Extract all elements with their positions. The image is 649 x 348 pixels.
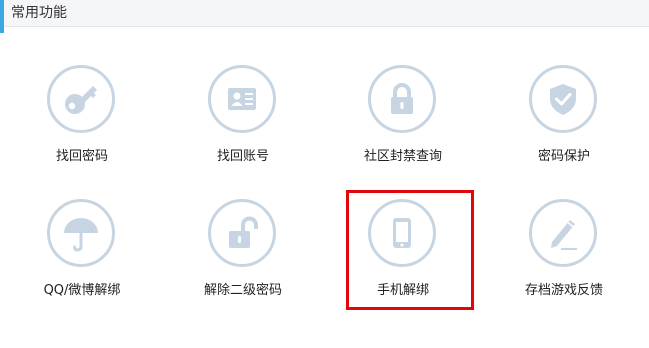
password-protection-icon-circle	[529, 65, 597, 133]
umbrella-icon	[64, 218, 98, 252]
shield-check-icon	[550, 84, 576, 115]
phone-icon	[393, 218, 411, 248]
save-game-feedback-icon-circle	[529, 199, 597, 267]
save-game-feedback-item[interactable]: 存档游戏反馈	[504, 199, 624, 319]
community-ban-query-label: 社区封禁查询	[363, 149, 442, 164]
remove-secondary-password-item[interactable]: 解除二级密码	[183, 199, 303, 319]
lock-icon	[391, 83, 413, 114]
unlock-icon	[229, 216, 258, 248]
remove-secondary-password-icon-circle	[208, 199, 276, 267]
find-account-item[interactable]: 找回账号	[183, 65, 303, 185]
community-ban-query-icon-circle	[368, 65, 436, 133]
phone-unbind-icon-circle	[368, 199, 436, 267]
qq-weibo-unbind-label: QQ/微博解绑	[43, 283, 121, 298]
function-grid: 找回密码 找回账号 社区封禁查询 密码保护 QQ/微博解绑 解除二级密码 手机解…	[0, 0, 649, 348]
phone-unbind-label: 手机解绑	[376, 283, 429, 298]
key-icon	[65, 86, 97, 114]
qq-weibo-unbind-icon-circle	[47, 199, 115, 267]
find-account-icon-circle	[208, 65, 276, 133]
common-functions-panel: 常用功能 找回密码 找回账号 社区封禁查询 密码保护 QQ/微博解绑 解除二级密…	[0, 0, 649, 348]
find-account-label: 找回账号	[216, 149, 269, 164]
id-card-icon	[228, 88, 256, 110]
community-ban-query-item[interactable]: 社区封禁查询	[343, 65, 463, 185]
qq-weibo-unbind-item[interactable]: QQ/微博解绑	[22, 199, 142, 319]
find-password-icon-circle	[47, 65, 115, 133]
save-game-feedback-label: 存档游戏反馈	[524, 283, 603, 298]
password-protection-label: 密码保护	[537, 149, 590, 164]
find-password-item[interactable]: 找回密码	[22, 65, 142, 185]
find-password-label: 找回密码	[55, 149, 108, 164]
password-protection-item[interactable]: 密码保护	[504, 65, 624, 185]
phone-unbind-item[interactable]: 手机解绑	[343, 199, 463, 319]
remove-secondary-password-label: 解除二级密码	[203, 283, 282, 298]
pencil-icon	[551, 220, 577, 250]
